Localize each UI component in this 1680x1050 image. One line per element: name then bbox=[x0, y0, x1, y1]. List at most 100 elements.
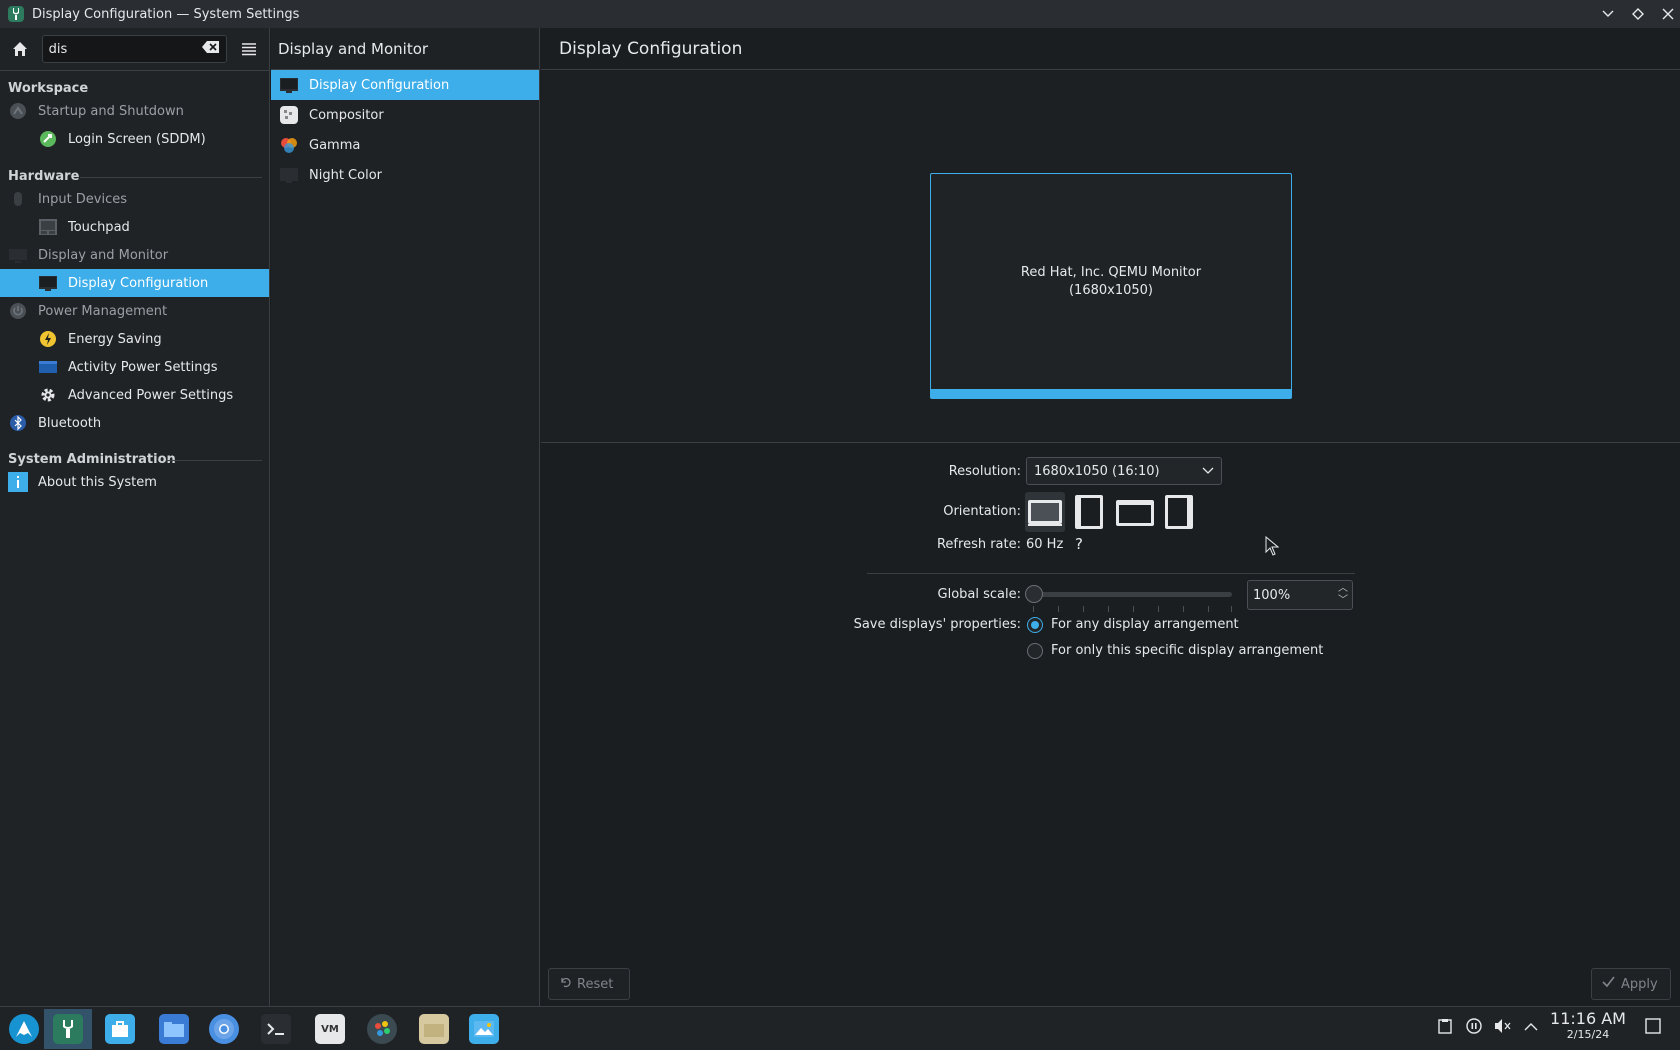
taskbar: VM bbox=[0, 1006, 1680, 1050]
taskbar-discover[interactable] bbox=[96, 1009, 144, 1049]
global-scale-spinbox[interactable]: 100% ︿ ﹀ bbox=[1247, 580, 1353, 610]
taskbar-virt-manager[interactable]: VM bbox=[306, 1009, 354, 1049]
resolution-combobox[interactable]: 1680x1050 (16:10) bbox=[1026, 457, 1222, 485]
subpanel-item-gamma[interactable]: Gamma bbox=[271, 130, 539, 160]
reset-button[interactable]: Reset bbox=[548, 968, 630, 1000]
resolution-value: 1680x1050 (16:10) bbox=[1034, 463, 1160, 479]
activity-icon bbox=[38, 357, 58, 377]
home-button[interactable] bbox=[8, 37, 32, 61]
home-icon bbox=[12, 42, 27, 56]
title-bar: Display Configuration — System Settings bbox=[0, 0, 1680, 28]
separator bbox=[867, 573, 1355, 574]
volume-muted-icon[interactable] bbox=[1494, 1018, 1512, 1038]
taskbar-image-viewer[interactable] bbox=[460, 1009, 508, 1049]
sidebar-item-startup-shutdown[interactable]: Startup and Shutdown bbox=[0, 97, 269, 125]
clock[interactable]: 11:16 AM 2/15/24 bbox=[1548, 1010, 1628, 1042]
search-input[interactable] bbox=[48, 41, 199, 57]
show-desktop-button[interactable] bbox=[1645, 1006, 1661, 1050]
virt-manager-icon: VM bbox=[315, 1014, 345, 1044]
orientation-portrait-left-button[interactable] bbox=[1071, 492, 1107, 532]
category-workspace: Workspace bbox=[8, 81, 89, 96]
search-field[interactable] bbox=[41, 35, 228, 63]
taskbar-file-manager[interactable] bbox=[410, 1009, 458, 1049]
application-launcher-button[interactable] bbox=[0, 1009, 48, 1049]
touchpad-icon bbox=[38, 217, 58, 237]
category-hardware: Hardware bbox=[8, 169, 80, 184]
subpanel-item-night-color[interactable]: Night Color bbox=[271, 160, 539, 190]
hamburger-icon bbox=[242, 43, 257, 56]
orientation-portrait-right-button[interactable] bbox=[1161, 492, 1197, 532]
sidebar-item-about-system[interactable]: About this System bbox=[0, 468, 269, 496]
gamma-icon bbox=[279, 135, 299, 155]
sidebar-item-energy-saving[interactable]: Energy Saving bbox=[0, 325, 269, 353]
global-scale-slider-track[interactable] bbox=[1032, 592, 1232, 597]
option-any-arrangement-label[interactable]: For any display arrangement bbox=[1051, 617, 1239, 632]
option-specific-arrangement-label[interactable]: For only this specific display arrangeme… bbox=[1051, 643, 1323, 658]
global-scale-slider-handle[interactable] bbox=[1025, 585, 1043, 603]
clipboard-icon[interactable] bbox=[1438, 1018, 1452, 1038]
resolution-label: Resolution: bbox=[948, 464, 1021, 479]
power-icon bbox=[8, 301, 28, 321]
taskbar-color-app[interactable] bbox=[358, 1009, 406, 1049]
tray-expand-icon[interactable] bbox=[1524, 1020, 1538, 1036]
sidebar-item-display-configuration[interactable]: Display Configuration bbox=[0, 269, 269, 297]
taskbar-files[interactable] bbox=[150, 1009, 198, 1049]
refresh-rate-help-icon[interactable]: ? bbox=[1075, 535, 1083, 553]
subpanel-item-display-configuration[interactable]: Display Configuration bbox=[271, 70, 539, 100]
radio-specific-arrangement[interactable] bbox=[1027, 643, 1043, 659]
portrait-right-icon bbox=[1165, 495, 1193, 529]
landscape-icon bbox=[1028, 500, 1062, 526]
orientation-landscape-button[interactable] bbox=[1025, 492, 1065, 532]
sidebar-item-power-management[interactable]: Power Management bbox=[0, 297, 269, 325]
display-icon bbox=[38, 273, 58, 293]
monitor-icon bbox=[8, 245, 28, 265]
sidebar-item-input-devices[interactable]: Input Devices bbox=[0, 185, 269, 213]
orientation-inverted-button[interactable] bbox=[1113, 492, 1157, 532]
minimize-button[interactable] bbox=[1602, 8, 1614, 20]
mouse-cursor bbox=[1265, 535, 1280, 560]
sidebar-item-advanced-power[interactable]: Advanced Power Settings bbox=[0, 381, 269, 409]
clear-search-icon[interactable] bbox=[202, 40, 220, 58]
folder-icon bbox=[419, 1014, 449, 1044]
display-preview-area: Red Hat, Inc. QEMU Monitor (1680x1050) bbox=[541, 71, 1680, 443]
undo-icon bbox=[559, 976, 571, 992]
compositor-icon bbox=[279, 105, 299, 125]
chevron-down-icon bbox=[1202, 464, 1214, 479]
media-pause-icon[interactable] bbox=[1466, 1018, 1482, 1038]
info-icon bbox=[8, 472, 28, 492]
sidebar-item-touchpad[interactable]: Touchpad bbox=[0, 213, 269, 241]
taskbar-terminal[interactable] bbox=[252, 1009, 300, 1049]
spin-down-icon[interactable]: ﹀ bbox=[1338, 595, 1348, 607]
monitor-name: Red Hat, Inc. QEMU Monitor bbox=[1020, 265, 1202, 280]
radio-any-arrangement[interactable] bbox=[1027, 617, 1043, 633]
save-properties-label: Save displays' properties: bbox=[853, 617, 1021, 632]
subpanel-item-compositor[interactable]: Compositor bbox=[271, 100, 539, 130]
sidebar-item-activity-power[interactable]: Activity Power Settings bbox=[0, 353, 269, 381]
system-settings-icon bbox=[8, 6, 24, 22]
refresh-rate-label: Refresh rate: bbox=[936, 537, 1021, 552]
monitor-resolution: (1680x1050) bbox=[1068, 283, 1153, 298]
arch-logo-icon bbox=[9, 1014, 39, 1044]
hamburger-menu-button[interactable] bbox=[237, 37, 261, 61]
maximize-button[interactable] bbox=[1632, 8, 1644, 20]
system-tray bbox=[1438, 1006, 1538, 1050]
spin-up-icon[interactable]: ︿ bbox=[1338, 583, 1348, 595]
login-screen-icon bbox=[38, 129, 58, 149]
clock-date: 2/15/24 bbox=[1566, 1028, 1610, 1041]
system-settings-icon bbox=[53, 1014, 83, 1044]
monitor-primary-bar bbox=[931, 389, 1291, 398]
taskbar-chromium[interactable] bbox=[200, 1009, 248, 1049]
checkmark-icon bbox=[1602, 976, 1615, 992]
sidebar-item-bluetooth[interactable]: Bluetooth bbox=[0, 409, 269, 437]
taskbar-system-settings[interactable] bbox=[44, 1009, 92, 1049]
monitor-preview[interactable]: Red Hat, Inc. QEMU Monitor (1680x1050) bbox=[930, 173, 1292, 399]
page-title: Display Configuration bbox=[541, 28, 1680, 70]
close-button[interactable] bbox=[1662, 8, 1674, 20]
sidebar-item-login-screen[interactable]: Login Screen (SDDM) bbox=[0, 125, 269, 153]
terminal-icon bbox=[261, 1014, 291, 1044]
apply-button[interactable]: Apply bbox=[1591, 968, 1671, 1000]
sidebar-item-display-monitor[interactable]: Display and Monitor bbox=[0, 241, 269, 269]
global-scale-value: 100% bbox=[1253, 587, 1291, 603]
energy-saving-icon bbox=[38, 329, 58, 349]
night-color-icon bbox=[279, 165, 299, 185]
